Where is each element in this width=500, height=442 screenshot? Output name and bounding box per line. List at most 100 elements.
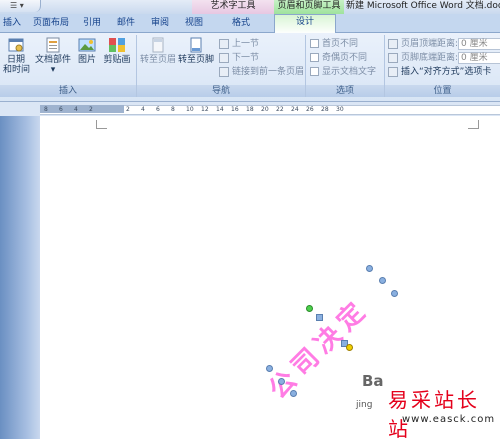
resize-handle[interactable] (290, 390, 297, 397)
document-parts-icon (46, 37, 60, 53)
resize-handle[interactable] (391, 290, 398, 297)
ruler-tick-label: 2 (126, 106, 130, 113)
group-insert-label: 插入 (0, 85, 136, 97)
link-icon (219, 66, 229, 77)
previous-label: 上一节 (232, 39, 260, 49)
show-text-label: 显示文档文字 (322, 67, 377, 77)
tab-references[interactable]: 引用 (80, 16, 104, 32)
next-label: 下一节 (232, 53, 260, 63)
clipart-button[interactable]: 剪贴画 (102, 37, 132, 65)
rotate-handle[interactable] (306, 305, 313, 312)
ribbon: 日期 和时间 文档部件 ▾ 图片 剪贴画 插入 转至页眉 转至页脚 上一节 下一节… (0, 33, 500, 102)
picture-button[interactable]: 图片 (76, 37, 98, 65)
group-navigation-label: 导航 (137, 85, 305, 97)
group-position-label: 位置 (385, 85, 500, 97)
align-tab-icon (388, 66, 398, 77)
tab-design[interactable]: 设计 (274, 14, 336, 34)
first-page-checkbox[interactable]: 首页不同 (310, 38, 358, 50)
resize-handle[interactable] (266, 365, 273, 372)
resize-handle[interactable] (379, 277, 386, 284)
insert-align-tab-button[interactable]: 插入“对齐方式”选项卡 (388, 66, 491, 78)
datetime-button[interactable]: 日期 和时间 (3, 37, 31, 75)
tab-insert[interactable]: 插入 (2, 16, 22, 32)
ruler-tick-label: 28 (321, 106, 329, 113)
group-insert: 日期 和时间 文档部件 ▾ 图片 剪贴画 插入 (0, 35, 137, 97)
margin-corner-left (96, 120, 107, 129)
chevron-down-icon: ▾ (50, 65, 56, 75)
datetime-label: 日期 和时间 (3, 55, 31, 75)
insert-align-tab-label: 插入“对齐方式”选项卡 (401, 67, 492, 77)
adjust-handle[interactable] (346, 344, 353, 351)
quick-access-menu-icon[interactable]: ☰ ▾ (10, 1, 24, 10)
ruler-tick-label: 14 (216, 106, 224, 113)
docparts-label: 文档部件 (34, 55, 71, 65)
calendar-icon (8, 38, 24, 52)
document-title: 新建 Microsoft Office Word 文档.doc (346, 1, 500, 11)
vertical-ruler (0, 116, 40, 439)
ruler-tick-label: 4 (74, 106, 78, 113)
footer-distance-label: 页脚底端距离: (401, 53, 459, 63)
tab-format[interactable]: 格式 (226, 16, 256, 32)
resize-handle[interactable] (366, 265, 373, 272)
odd-even-checkbox[interactable]: 奇偶页不同 (310, 52, 367, 64)
link-previous-button[interactable]: 链接到前一条页眉 (219, 66, 304, 78)
checkbox-icon (310, 39, 319, 48)
header-distance-label: 页眉顶端距离: (401, 39, 459, 49)
ruler-tick-label: 18 (246, 106, 254, 113)
title-bar: ☰ ▾ 艺术字工具 页眉和页脚工具 新建 Microsoft Office Wo… (0, 0, 500, 14)
ribbon-tabs: 插入 页面布局 引用 邮件 审阅 视图 格式 设计 (0, 14, 500, 34)
goto-header-button[interactable]: 转至页眉 (139, 37, 177, 65)
ruler-tick-label: 20 (261, 106, 269, 113)
first-page-label: 首页不同 (322, 39, 359, 49)
ruler-tick-label: 30 (336, 106, 344, 113)
horizontal-ruler[interactable]: 8 6 4 2 2 4 6 8 10 12 14 16 18 20 22 24 26 28 30 (0, 102, 500, 117)
next-icon (219, 52, 229, 63)
site-watermark-name: 易采站长站 (388, 388, 480, 441)
link-previous-label: 链接到前一条页眉 (232, 67, 305, 77)
goto-header-label: 转至页眉 (139, 55, 176, 65)
group-navigation: 转至页眉 转至页脚 上一节 下一节 链接到前一条页眉 导航 (137, 35, 306, 97)
footer-distance-icon (388, 52, 398, 63)
tab-review[interactable]: 审阅 (148, 16, 172, 32)
group-position: 页眉顶端距离: 0 厘米 页脚底端距离: 0 厘米 插入“对齐方式”选项卡 位置 (385, 35, 500, 97)
clipart-icon (109, 38, 125, 52)
docparts-button[interactable]: 文档部件 ▾ (34, 37, 72, 75)
resize-handle[interactable] (316, 314, 323, 321)
ruler-tick-label: 26 (306, 106, 314, 113)
tab-page-layout[interactable]: 页面布局 (30, 16, 72, 32)
next-section-button[interactable]: 下一节 (219, 52, 259, 64)
clipart-label: 剪贴画 (103, 55, 131, 65)
quick-access-toolbar[interactable]: ☰ ▾ (0, 0, 41, 12)
ruler-tick-label: 16 (231, 106, 239, 113)
goto-footer-label: 转至页脚 (177, 55, 214, 65)
footer-distance-label-row: 页脚底端距离: (388, 52, 458, 64)
picture-icon (78, 38, 96, 52)
ruler-tick-label: 6 (156, 106, 160, 113)
tab-view[interactable]: 视图 (182, 16, 206, 32)
context-tab-header-footer-tools: 页眉和页脚工具 (274, 0, 344, 14)
header-distance-icon (388, 38, 398, 49)
header-distance-label-row: 页眉顶端距离: (388, 38, 458, 50)
group-options-label: 选项 (306, 85, 384, 97)
checkbox-icon (310, 67, 319, 76)
site-watermark-url: www.easck.com (402, 414, 496, 425)
show-text-checkbox[interactable]: 显示文档文字 (310, 66, 376, 78)
ruler-tick-label: 22 (276, 106, 284, 113)
ruler-tick-label: 4 (141, 106, 145, 113)
baidu-watermark-sub: jing (356, 400, 373, 410)
ruler-tick-label: 10 (186, 106, 194, 113)
ruler-left-margin (40, 105, 124, 113)
ruler-tick-label: 8 (171, 106, 175, 113)
ruler-tick-label: 8 (44, 106, 48, 113)
tab-mailings[interactable]: 邮件 (114, 16, 138, 32)
goto-header-icon (152, 37, 164, 53)
margin-corner-right (468, 120, 479, 129)
footer-distance-input[interactable]: 0 厘米 (458, 52, 500, 64)
picture-label: 图片 (77, 55, 96, 65)
ruler-tick-label: 2 (89, 106, 93, 113)
previous-section-button[interactable]: 上一节 (219, 38, 259, 50)
checkbox-icon (310, 53, 319, 62)
header-distance-input[interactable]: 0 厘米 (458, 38, 500, 50)
goto-footer-button[interactable]: 转至页脚 (177, 37, 215, 65)
resize-handle[interactable] (278, 378, 285, 385)
